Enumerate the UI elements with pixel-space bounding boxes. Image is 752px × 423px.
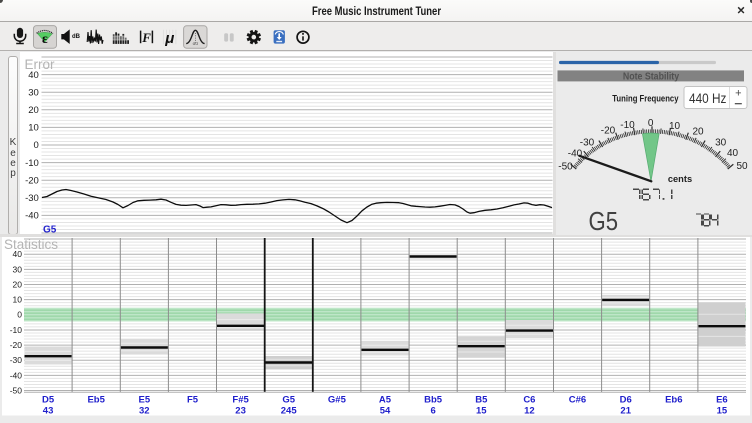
svg-text:E5: E5: [138, 394, 150, 405]
svg-text:10: 10: [13, 295, 23, 305]
svg-text:A5: A5: [379, 394, 392, 405]
svg-text:σσ: σσ: [193, 41, 199, 46]
svg-text:10: 10: [28, 123, 39, 134]
svg-text:20: 20: [13, 279, 23, 289]
svg-text:C6: C6: [523, 394, 535, 405]
svg-text:F#5: F#5: [232, 394, 249, 405]
svg-text:440 Hz: 440 Hz: [689, 91, 726, 106]
svg-text:15: 15: [476, 406, 487, 417]
svg-text:0: 0: [648, 118, 654, 129]
svg-text:-20: -20: [25, 175, 39, 186]
svg-text:B5: B5: [475, 394, 488, 405]
svg-text:-50: -50: [558, 162, 573, 173]
svg-text:C#6: C#6: [569, 394, 586, 405]
svg-text:-10: -10: [25, 158, 39, 169]
svg-text:20: 20: [28, 105, 39, 116]
svg-text:12: 12: [524, 406, 535, 417]
svg-text:F: F: [141, 30, 151, 45]
svg-text:21: 21: [620, 406, 631, 417]
svg-text:F5: F5: [187, 394, 199, 405]
svg-text:30: 30: [13, 264, 23, 274]
svg-text:Free Music Instrument Tuner: Free Music Instrument Tuner: [312, 4, 441, 18]
svg-text:G5: G5: [589, 206, 619, 235]
svg-text:G#5: G#5: [328, 394, 347, 405]
svg-text:-50: -50: [10, 386, 23, 396]
svg-text:Note Stability: Note Stability: [623, 71, 680, 82]
svg-text:-20: -20: [10, 340, 23, 350]
svg-text:-30: -30: [25, 193, 39, 204]
svg-text:Tuning Frequency: Tuning Frequency: [612, 94, 679, 104]
svg-text:0: 0: [17, 310, 22, 320]
svg-text:54: 54: [380, 406, 391, 417]
svg-text:D5: D5: [42, 394, 55, 405]
svg-text:ε: ε: [42, 31, 48, 46]
svg-text:μ: μ: [164, 30, 174, 47]
svg-text:Eb6: Eb6: [665, 394, 682, 405]
svg-text:-30: -30: [580, 138, 595, 149]
svg-text:10: 10: [669, 121, 681, 132]
svg-text:D6: D6: [620, 394, 632, 405]
svg-text:-40: -40: [25, 211, 39, 222]
svg-text:32: 32: [139, 406, 150, 417]
svg-text:dB: dB: [72, 34, 81, 40]
svg-text:-20: -20: [601, 126, 616, 137]
svg-text:E6: E6: [716, 394, 728, 405]
svg-text:+: +: [735, 88, 741, 100]
svg-text:cents: cents: [668, 174, 692, 184]
svg-text:30: 30: [28, 87, 39, 98]
svg-text:40: 40: [727, 148, 739, 159]
svg-text:245: 245: [281, 406, 298, 417]
svg-text:-40: -40: [10, 370, 23, 380]
svg-text:0: 0: [34, 140, 39, 151]
svg-text:-30: -30: [10, 355, 23, 365]
svg-text:Bb5: Bb5: [424, 394, 443, 405]
svg-text:Error: Error: [25, 57, 56, 72]
svg-text:30: 30: [715, 137, 727, 148]
svg-text:20: 20: [692, 127, 704, 138]
svg-text:15: 15: [717, 406, 728, 417]
svg-text:Statistics: Statistics: [4, 237, 58, 252]
svg-text:-40: -40: [568, 149, 583, 160]
svg-text:-10: -10: [10, 325, 23, 335]
svg-text:6: 6: [430, 406, 435, 417]
svg-text:-10: -10: [620, 120, 635, 131]
svg-text:Eb5: Eb5: [87, 394, 105, 405]
svg-text:50: 50: [736, 161, 748, 172]
svg-text:G5: G5: [282, 394, 295, 405]
svg-text:43: 43: [43, 406, 54, 417]
svg-text:23: 23: [235, 406, 246, 417]
